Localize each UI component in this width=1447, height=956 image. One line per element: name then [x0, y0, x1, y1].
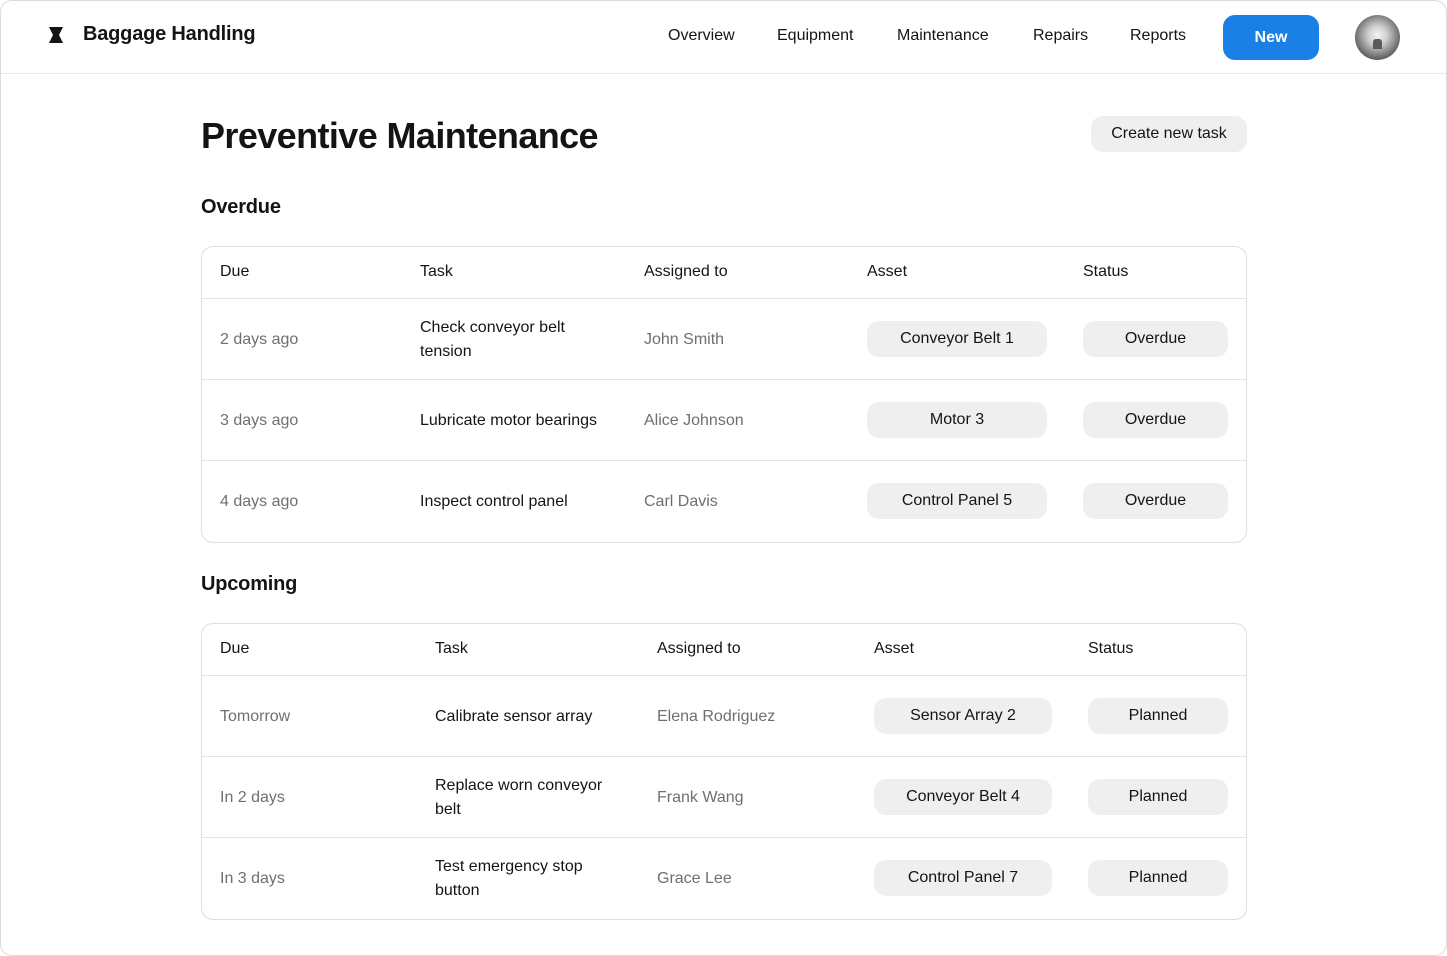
assignee-cell: Elena Rodriguez	[657, 707, 776, 725]
task-cell: Replace worn conveyor belt	[435, 776, 603, 818]
top-navigation-bar: Baggage Handling Overview Equipment Main…	[1, 1, 1446, 74]
assignee-cell: Alice Johnson	[644, 411, 744, 429]
column-header-assigned-to: Assigned to	[657, 640, 741, 657]
status-badge: Overdue	[1083, 402, 1228, 438]
column-header-task: Task	[420, 263, 453, 280]
asset-chip[interactable]: Control Panel 7	[874, 860, 1052, 896]
upcoming-table: Due Task Assigned to Asset Status Tomorr…	[201, 623, 1247, 920]
user-avatar[interactable]	[1355, 15, 1400, 60]
due-cell: 3 days ago	[220, 411, 299, 429]
due-cell: Tomorrow	[220, 707, 291, 725]
assignee-cell: Grace Lee	[657, 869, 732, 887]
column-header-task: Task	[435, 640, 468, 657]
column-header-assigned-to: Assigned to	[644, 263, 728, 280]
nav-maintenance[interactable]: Maintenance	[897, 27, 989, 45]
overdue-table-header: Due Task Assigned to Asset Status	[202, 247, 1246, 299]
asset-chip[interactable]: Sensor Array 2	[874, 698, 1052, 734]
app-window: Baggage Handling Overview Equipment Main…	[0, 0, 1447, 956]
table-row[interactable]: In 2 days Replace worn conveyor belt Fra…	[202, 757, 1246, 838]
due-cell: In 2 days	[220, 788, 285, 806]
column-header-asset: Asset	[874, 640, 915, 657]
status-badge: Planned	[1088, 698, 1228, 734]
due-cell: In 3 days	[220, 869, 285, 887]
status-badge: Planned	[1088, 860, 1228, 896]
column-header-status: Status	[1083, 263, 1129, 280]
assignee-cell: John Smith	[644, 330, 725, 348]
nav-reports[interactable]: Reports	[1130, 27, 1186, 45]
asset-chip[interactable]: Conveyor Belt 1	[867, 321, 1047, 357]
asset-chip[interactable]: Control Panel 5	[867, 483, 1047, 519]
table-row[interactable]: In 3 days Test emergency stop button Gra…	[202, 838, 1246, 919]
column-header-status: Status	[1088, 640, 1134, 657]
task-cell: Check conveyor belt tension	[420, 318, 565, 360]
overdue-section-title: Overdue	[201, 196, 281, 218]
nav-equipment[interactable]: Equipment	[777, 27, 854, 45]
table-row[interactable]: Tomorrow Calibrate sensor array Elena Ro…	[202, 676, 1246, 757]
page-title: Preventive Maintenance	[201, 115, 599, 156]
table-row[interactable]: 2 days ago Check conveyor belt tension J…	[202, 299, 1246, 380]
asset-chip[interactable]: Conveyor Belt 4	[874, 779, 1052, 815]
table-row[interactable]: 4 days ago Inspect control panel Carl Da…	[202, 461, 1246, 542]
status-badge: Planned	[1088, 779, 1228, 815]
column-header-asset: Asset	[867, 263, 908, 280]
column-header-due: Due	[220, 640, 250, 657]
due-cell: 2 days ago	[220, 330, 299, 348]
nav-repairs[interactable]: Repairs	[1033, 27, 1088, 45]
task-cell: Lubricate motor bearings	[420, 411, 597, 429]
create-new-task-button[interactable]: Create new task	[1091, 116, 1247, 152]
upcoming-table-header: Due Task Assigned to Asset Status	[202, 624, 1246, 676]
column-header-due: Due	[220, 263, 250, 280]
table-row[interactable]: 3 days ago Lubricate motor bearings Alic…	[202, 380, 1246, 461]
upcoming-section-title: Upcoming	[201, 573, 298, 595]
task-cell: Calibrate sensor array	[435, 707, 593, 725]
due-cell: 4 days ago	[220, 492, 299, 510]
assignee-cell: Frank Wang	[657, 788, 744, 806]
status-badge: Overdue	[1083, 321, 1228, 357]
new-button[interactable]: New	[1223, 15, 1319, 60]
asset-chip[interactable]: Motor 3	[867, 402, 1047, 438]
nav-overview[interactable]: Overview	[668, 27, 735, 45]
task-cell: Test emergency stop button	[435, 857, 583, 899]
assignee-cell: Carl Davis	[644, 492, 718, 510]
task-cell: Inspect control panel	[420, 492, 568, 510]
status-badge: Overdue	[1083, 483, 1228, 519]
overdue-table: Due Task Assigned to Asset Status 2 days…	[201, 246, 1247, 543]
